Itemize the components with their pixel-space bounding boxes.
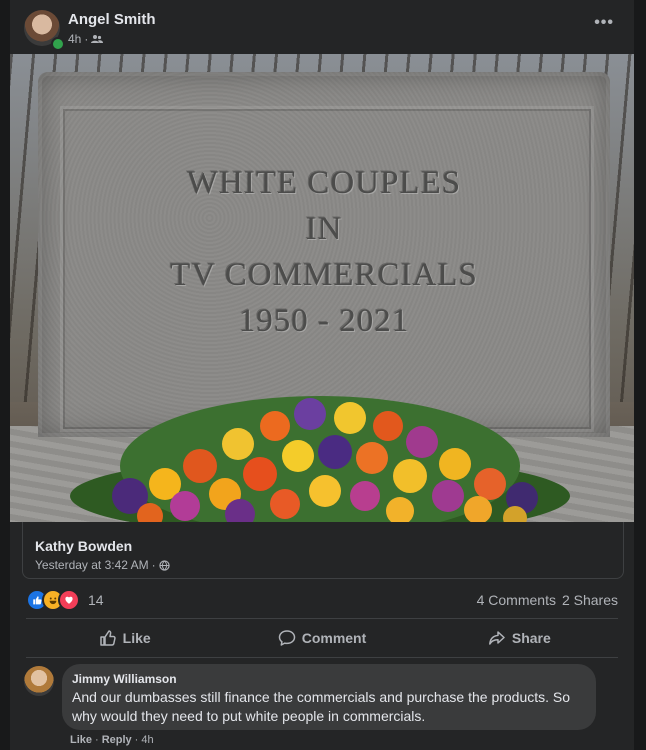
comment-like-link[interactable]: Like xyxy=(70,734,92,746)
post-time[interactable]: 4h xyxy=(68,32,81,46)
comment-button[interactable]: Comment xyxy=(223,622,420,654)
comment-actions: Like · Reply · 4h xyxy=(70,734,154,746)
shared-from-box[interactable]: Kathy Bowden Yesterday at 3:42 AM · xyxy=(22,522,624,579)
comment-time[interactable]: 4h xyxy=(141,734,153,746)
thumbs-up-icon xyxy=(99,630,116,646)
comment-icon xyxy=(278,630,295,646)
comments-count-link[interactable]: 4 Comments xyxy=(477,592,556,608)
engraving-line: IN xyxy=(305,211,343,247)
comment-label: Comment xyxy=(301,630,367,646)
shared-author-name[interactable]: Kathy Bowden xyxy=(35,538,132,554)
flower-arrangement xyxy=(70,396,570,522)
post-card: Angel Smith 4h · ••• WHITE COUPLES IN TV… xyxy=(10,0,634,750)
divider xyxy=(26,657,618,658)
share-icon xyxy=(488,631,505,645)
reaction-count[interactable]: 14 xyxy=(88,592,104,608)
engraving-line: WHITE COUPLES xyxy=(186,165,462,201)
love-reaction-icon xyxy=(58,589,80,611)
divider xyxy=(26,618,618,619)
shared-time[interactable]: Yesterday at 3:42 AM xyxy=(35,558,149,572)
like-label: Like xyxy=(122,630,151,646)
comment-reply-link[interactable]: Reply xyxy=(102,734,132,746)
reaction-summary[interactable]: 14 xyxy=(26,589,104,611)
share-label: Share xyxy=(511,630,551,646)
shares-count-link[interactable]: 2 Shares xyxy=(562,592,618,608)
meta-separator: · xyxy=(84,32,89,46)
share-button[interactable]: Share xyxy=(421,622,618,654)
post-image[interactable]: WHITE COUPLES IN TV COMMERCIALS 1950 - 2… xyxy=(10,54,634,522)
engraving-line: TV COMMERCIALS xyxy=(170,257,478,293)
shared-meta: Yesterday at 3:42 AM · xyxy=(35,558,170,572)
globe-icon xyxy=(158,559,170,571)
engagement-stats: 4 Comments 2 Shares xyxy=(477,592,618,608)
comment-separator: · xyxy=(134,734,139,746)
online-status-dot xyxy=(51,37,65,51)
comment-text: And our dumbasses still finance the comm… xyxy=(72,689,571,724)
engraving-line: 1950 - 2021 xyxy=(238,303,410,339)
friends-icon xyxy=(91,35,104,43)
post-meta: 4h · xyxy=(68,32,104,46)
comment-bubble: Jimmy Williamson And our dumbasses still… xyxy=(62,664,596,730)
commenter-avatar[interactable] xyxy=(24,666,54,696)
meta-separator: · xyxy=(151,558,156,572)
more-options-button[interactable]: ••• xyxy=(594,14,614,32)
commenter-name[interactable]: Jimmy Williamson xyxy=(72,672,177,686)
comment-separator: · xyxy=(95,734,99,746)
like-button[interactable]: Like xyxy=(26,622,223,654)
post-author-name[interactable]: Angel Smith xyxy=(68,11,156,28)
post-actions: Like Comment Share xyxy=(26,622,618,654)
tombstone-engraving: WHITE COUPLES IN TV COMMERCIALS 1950 - 2… xyxy=(38,160,610,344)
